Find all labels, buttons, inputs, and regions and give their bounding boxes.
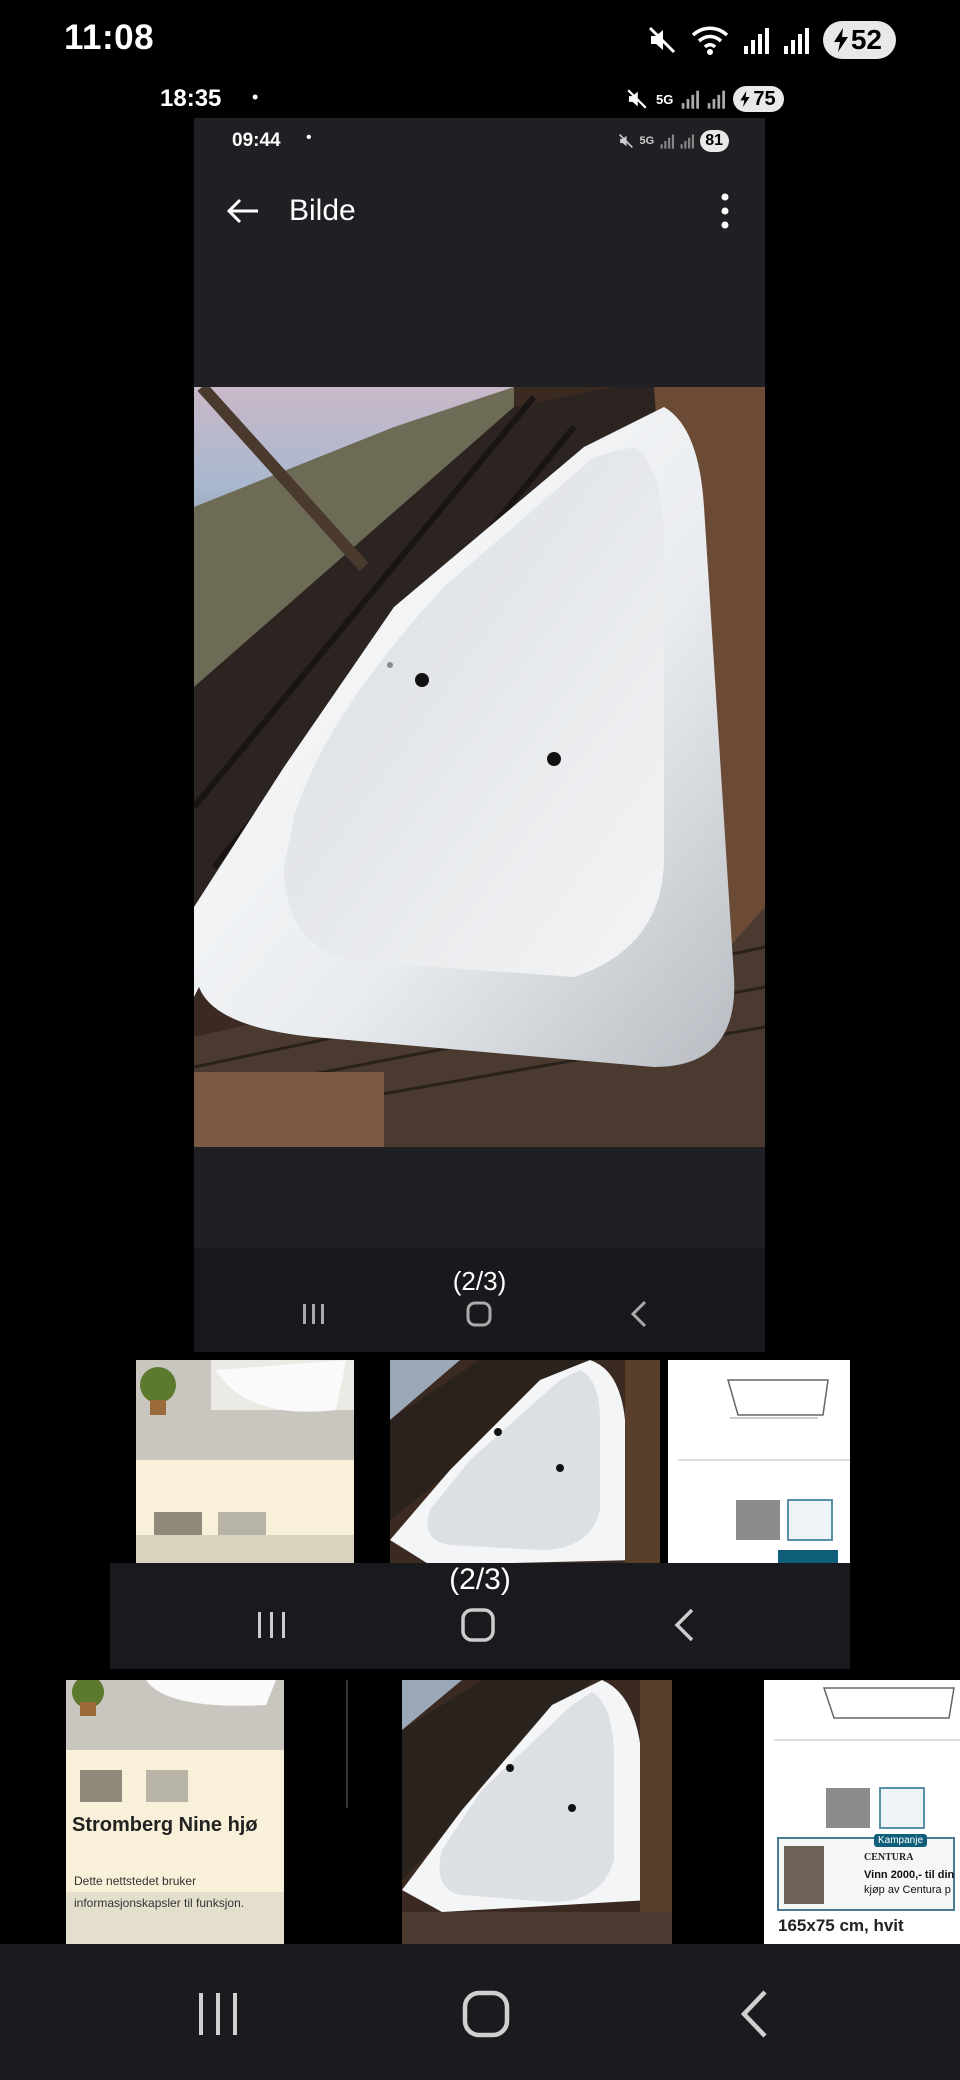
signal-icon [660,134,675,149]
nav-back-button[interactable] [726,1984,782,2044]
battery-level: 81 [705,132,723,149]
image-counter: (2/3) [452,1266,507,1296]
mute-icon [618,134,633,148]
home-icon [461,1608,495,1642]
battery-level: 52 [850,24,882,55]
chevron-left-icon [674,1608,694,1642]
inner-status-icons: 5G 81 [618,129,729,153]
inner-nav-bar [194,1248,765,1352]
home-button[interactable] [456,1984,516,2044]
recent-apps-button[interactable] [294,1294,334,1334]
home-button[interactable] [456,1603,500,1647]
recent-apps-icon [303,1304,324,1324]
spec-thumbnail-image [764,1680,960,1944]
spec-thumbnail-image [668,1360,850,1565]
notification-dot: • [306,129,312,146]
charging-bolt-icon [833,28,848,52]
thumbnail-bathtub[interactable] [402,1680,672,1944]
signal-icon-2 [680,134,695,149]
thumbnail-listing[interactable] [136,1360,354,1565]
chevron-left-icon [740,1990,767,2038]
bathtub-thumbnail-image [402,1680,672,1944]
page-title: Bilde [289,194,356,227]
embedded-status-bar: 18:35 • 5G 75 [0,80,960,120]
wifi-icon [691,26,729,55]
nav-back-button[interactable] [662,1603,706,1647]
listing-cookie-line2: informasjonskapsler til funksjon. [74,1896,245,1910]
nested-screenshot: 09:44 • 5G 81 Bilde (2/3) [194,118,765,1352]
campaign-badge: Kampanje [874,1834,928,1847]
inner-status-time: 09:44 [232,130,281,151]
embedded-status-icons: 5G 75 [626,84,784,114]
more-options-button[interactable] [715,188,735,234]
thumbnail-strip [0,1360,960,1565]
system-nav-bar [0,1944,960,2080]
signal-icon [682,90,700,109]
thumbnail-spec-sheet[interactable] [668,1360,850,1565]
network-type: 5G [639,135,655,147]
listing-cookie-line1: Dette nettstedet bruker [74,1874,197,1888]
promo-line-1: Vinn 2000,- til din [864,1869,955,1881]
notification-dot: • [252,87,259,107]
back-button[interactable] [220,188,266,234]
battery-indicator: 75 [733,86,784,112]
embedded-status-time: 18:35 [160,85,222,112]
app-bar: Bilde [194,166,765,256]
inner-status-bar: 09:44 • 5G 81 [194,118,765,166]
size-label: 165x75 cm, hvit [778,1916,904,1935]
thumbnail-strip-large: Stromberg Nine hjø Dette nettstedet bruk… [0,1680,960,1944]
status-time: 11:08 [64,18,155,57]
status-icons: 52 [647,20,896,60]
listing-heading: Stromberg Nine hjø [72,1814,258,1836]
battery-saver-icon [740,91,751,107]
bathtub-photo[interactable] [194,387,765,1147]
mute-icon [627,89,647,109]
listing-thumbnail-image [136,1360,354,1565]
thumbnail-spec-sheet[interactable]: Kampanje CENTURA Vinn 2000,- til din kjø… [764,1680,960,1944]
battery-indicator: 81 [700,130,729,152]
promo-line-2: kjøp av Centura p [864,1884,951,1896]
home-button[interactable] [459,1294,499,1334]
chevron-left-icon [630,1300,647,1328]
nav-back-button[interactable] [619,1294,659,1334]
divider [346,1680,348,1808]
home-icon [462,1990,510,2038]
more-vertical-icon [721,193,729,229]
recent-apps-button[interactable] [250,1603,294,1647]
bathtub-image [194,387,765,1147]
status-bar: 11:08 52 [0,0,960,80]
image-counter: (2/3) [449,1563,511,1596]
arrow-left-icon [226,198,258,224]
thumbnail-listing[interactable]: Stromberg Nine hjø Dette nettstedet bruk… [66,1680,284,1944]
signal-icon-2 [783,28,809,54]
network-type: 5G [656,91,674,107]
home-icon [466,1301,492,1327]
recent-apps-icon [258,1612,285,1638]
bathtub-thumbnail-image [390,1360,660,1565]
mute-icon [648,26,675,54]
battery-indicator: 52 [822,21,896,59]
recent-apps-icon [199,1993,237,2035]
brand-label: CENTURA [864,1852,914,1863]
signal-icon [743,28,769,54]
signal-icon-2 [708,90,726,109]
thumbnail-bathtub[interactable] [390,1360,660,1565]
recent-apps-button[interactable] [190,1986,246,2042]
battery-level: 75 [753,87,776,110]
